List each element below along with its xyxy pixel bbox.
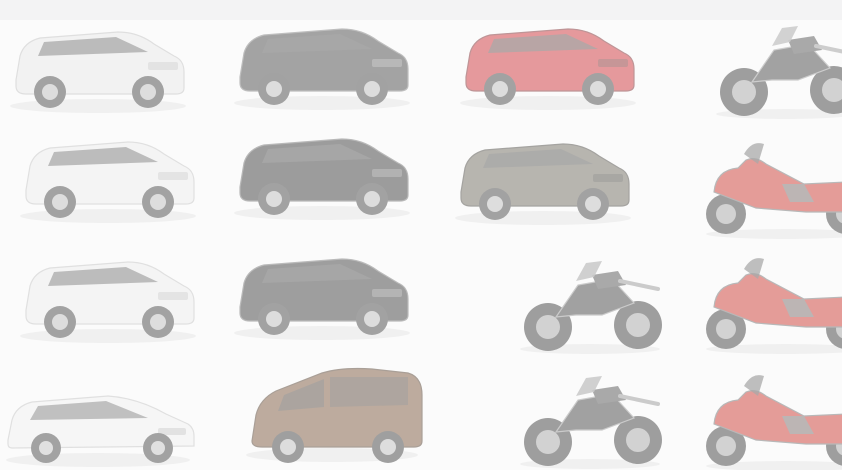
touring-motorcycle-icon: [686, 362, 842, 470]
vehicle-tile: [222, 5, 422, 115]
black-suv-icon: [222, 115, 422, 225]
vehicle-tile: [222, 235, 422, 345]
vehicle-tile: [686, 10, 842, 120]
white-suv-icon: [8, 118, 208, 228]
vehicle-tile: [443, 120, 643, 230]
touring-motorcycle-icon: [686, 130, 842, 240]
adventure-motorcycle-icon: [490, 360, 690, 470]
vehicle-gallery: [0, 0, 842, 470]
brown-van-icon: [232, 355, 432, 465]
vehicle-tile: [686, 130, 842, 240]
adventure-motorcycle-icon: [686, 10, 842, 120]
white-suv-icon: [8, 238, 208, 348]
adventure-motorcycle-icon: [490, 245, 690, 355]
vehicle-tile: [686, 245, 842, 355]
vehicle-tile: [490, 245, 690, 355]
vehicle-tile: [232, 355, 432, 465]
black-suv-icon: [222, 5, 422, 115]
white-wagon-icon: [0, 362, 198, 470]
red-suv-icon: [448, 5, 648, 115]
vehicle-tile: [0, 8, 198, 118]
bronze-suv-icon: [443, 120, 643, 230]
vehicle-tile: [8, 238, 208, 348]
vehicle-tile: [686, 362, 842, 470]
vehicle-tile: [222, 115, 422, 225]
vehicle-tile: [448, 5, 648, 115]
white-suv-icon: [0, 8, 198, 118]
vehicle-tile: [8, 118, 208, 228]
vehicle-tile: [490, 360, 690, 470]
vehicle-grid: [0, 0, 842, 470]
touring-motorcycle-icon: [686, 245, 842, 355]
vehicle-tile: [0, 362, 198, 470]
black-suv-icon: [222, 235, 422, 345]
